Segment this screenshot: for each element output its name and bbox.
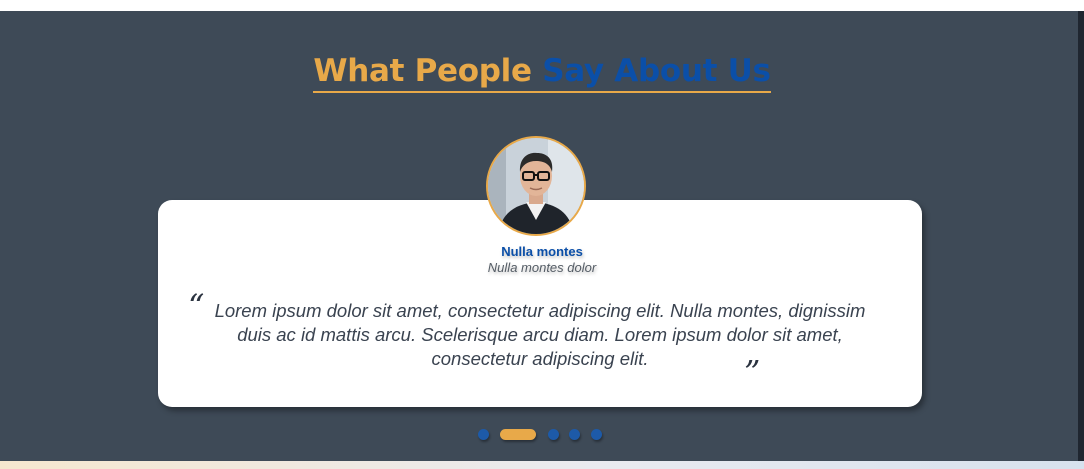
reviewer-name: Nulla montes: [501, 244, 583, 259]
pagination-dot[interactable]: [478, 429, 489, 440]
testimonial-quote: Lorem ipsum dolor sit amet, consectetur …: [214, 300, 866, 369]
top-strip: [0, 0, 1084, 11]
reviewer-role: Nulla montes dolor: [487, 260, 597, 275]
pagination-dot[interactable]: [591, 429, 602, 440]
pagination-dot[interactable]: [569, 429, 580, 440]
person-photo-icon: [486, 136, 586, 236]
section-heading: What People Say About Us: [0, 51, 1084, 93]
quote-close-icon: ”: [744, 353, 761, 391]
heading-part-accent: What People: [313, 53, 532, 89]
heading-underline: What People Say About Us: [313, 51, 771, 93]
pagination-dot-active[interactable]: [500, 429, 536, 440]
heading-part-blue: Say About Us: [542, 53, 771, 89]
next-section-strip: [0, 461, 1084, 469]
pagination-dot[interactable]: [548, 429, 559, 440]
